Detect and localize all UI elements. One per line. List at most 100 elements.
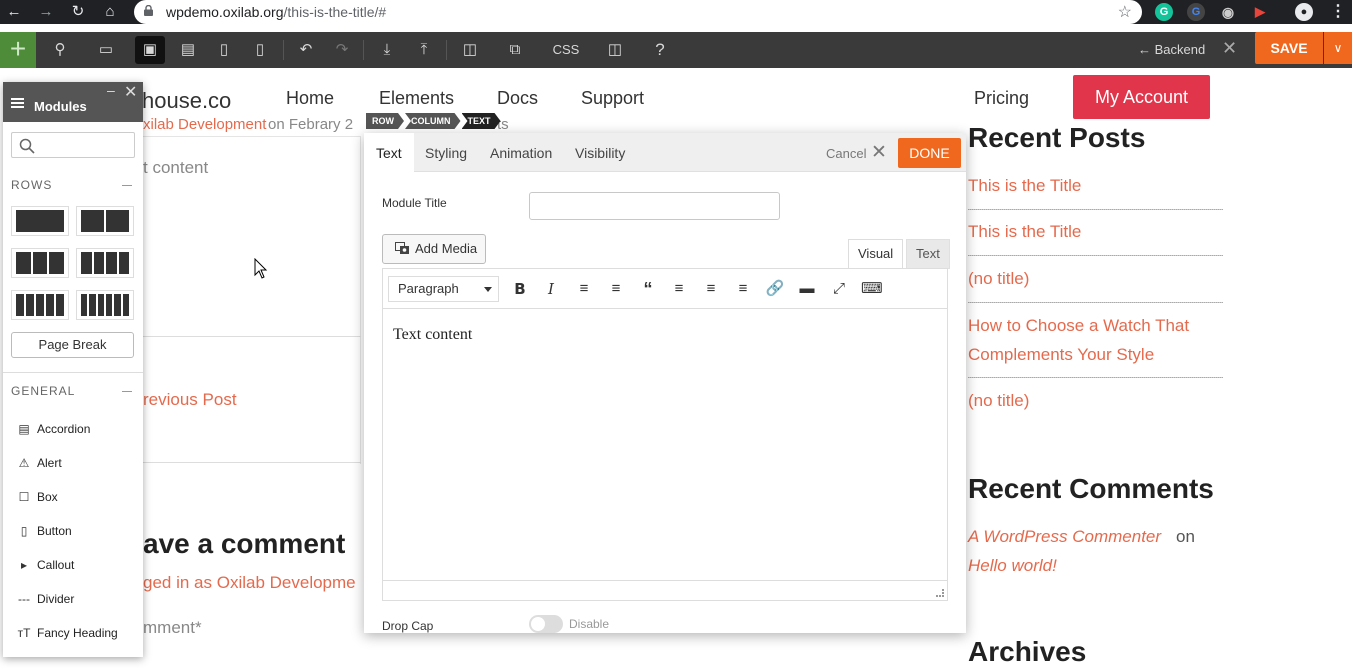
module-callout[interactable]: ▸ Callout [17, 558, 74, 572]
save-options-chevron-icon[interactable]: ∨ [1324, 32, 1352, 64]
close-builder-icon[interactable]: ✕ [1222, 38, 1237, 59]
backend-link[interactable]: ← Backend [1138, 42, 1205, 57]
module-divider[interactable]: --- Divider [17, 592, 74, 606]
logged-in-text[interactable]: ged in as Oxilab Developme [143, 573, 356, 593]
module-accordion[interactable]: ▤ Accordion [17, 422, 90, 436]
row-layout-4col[interactable] [76, 248, 134, 278]
format-select[interactable]: Paragraph [388, 276, 499, 302]
desktop-preview-icon[interactable]: ▣ [135, 36, 165, 64]
tab-visibility[interactable]: Visibility [575, 145, 625, 161]
align-left-icon[interactable]: ≡ [669, 279, 689, 299]
bullet-list-icon[interactable]: ≡ [574, 279, 594, 299]
drop-cap-toggle[interactable] [529, 615, 563, 633]
module-box[interactable]: ☐ Box [17, 490, 58, 504]
nav-pricing[interactable]: Pricing [974, 88, 1029, 109]
text-tab[interactable]: Text [906, 239, 950, 269]
bookmark-star-icon[interactable]: ☆ [1118, 2, 1132, 22]
mobile-view-icon[interactable]: ▯ [248, 38, 272, 62]
breadcrumb-column[interactable]: COLUMN [405, 113, 461, 129]
tab-text[interactable]: Text [364, 133, 414, 172]
bold-icon[interactable]: B [510, 279, 530, 299]
align-right-icon[interactable]: ≡ [733, 279, 753, 299]
module-title-input[interactable] [529, 192, 780, 220]
recent-post-link[interactable]: How to Choose a Watch That Complements Y… [968, 311, 1228, 369]
site-logo[interactable]: house.co [142, 88, 231, 114]
align-center-icon[interactable]: ≡ [701, 279, 721, 299]
rows-collapse-icon[interactable] [122, 185, 132, 186]
desktop-view-icon[interactable]: ▭ [94, 38, 118, 62]
help-icon[interactable]: ? [648, 38, 672, 62]
camera-extension-icon[interactable]: ◉ [1219, 3, 1237, 21]
cancel-button[interactable]: Cancel [826, 146, 866, 161]
toolbar-toggle-icon[interactable]: ⌨ [861, 279, 883, 299]
blockquote-icon[interactable]: “ [638, 279, 658, 299]
recent-post-link[interactable]: (no title) [968, 386, 1029, 415]
nav-elements[interactable]: Elements [379, 88, 454, 109]
visual-tab[interactable]: Visual [848, 239, 904, 270]
browser-menu-icon[interactable]: ⋮ [1329, 3, 1347, 21]
export-icon[interactable]: ⤒ [412, 38, 436, 62]
nav-docs[interactable]: Docs [497, 88, 538, 109]
done-button[interactable]: DONE [898, 138, 961, 168]
undo-icon[interactable]: ↶ [294, 38, 318, 62]
minimize-icon[interactable]: – [107, 82, 115, 98]
import-icon[interactable]: ⤓ [375, 38, 399, 62]
address-bar[interactable]: wpdemo.oxilab.org/this-is-the-title/# ☆ [134, 0, 1142, 24]
numbered-list-icon[interactable]: ≡ [606, 279, 626, 299]
row-layout-5col[interactable] [11, 290, 69, 320]
extension-g-off-icon[interactable]: G [1187, 3, 1205, 21]
recent-post-link[interactable]: (no title) [968, 264, 1029, 293]
settings-sliders-icon[interactable]: ◫ [603, 38, 627, 62]
save-button[interactable]: SAVE [1255, 32, 1323, 64]
resize-handle-icon[interactable] [936, 589, 944, 597]
row-layout-6col[interactable] [76, 290, 134, 320]
css-button[interactable]: CSS [550, 38, 582, 62]
general-collapse-icon[interactable] [122, 391, 132, 392]
editor-content[interactable]: Text content [393, 326, 472, 344]
back-icon[interactable]: ← [4, 2, 24, 22]
nav-support[interactable]: Support [581, 88, 644, 109]
layouts-icon[interactable]: ◫ [458, 38, 482, 62]
add-module-button[interactable]: + [0, 32, 36, 68]
grammarly-extension-icon[interactable]: G [1155, 3, 1173, 21]
page-break-button[interactable]: Page Break [11, 332, 134, 358]
tab-animation[interactable]: Animation [490, 145, 552, 161]
home-icon[interactable]: ⌂ [100, 2, 120, 22]
comment-post-link[interactable]: Hello world! [968, 551, 1057, 580]
record-extension-icon[interactable]: ▶ [1251, 3, 1269, 21]
my-account-button[interactable]: My Account [1073, 75, 1210, 119]
italic-icon[interactable]: I [541, 279, 561, 299]
tab-styling[interactable]: Styling [425, 145, 467, 161]
close-icon[interactable]: ✕ [124, 82, 137, 102]
breadcrumb-row[interactable]: ROW [366, 113, 404, 129]
previous-post-link[interactable]: revious Post [143, 390, 237, 410]
commenter-link[interactable]: A WordPress Commenter [968, 522, 1161, 551]
zoom-icon[interactable]: ⚲ [48, 38, 72, 62]
recent-post-link[interactable]: This is the Title [968, 217, 1081, 246]
post-author[interactable]: xilab Development [143, 116, 266, 133]
modules-panel-header[interactable]: Modules – ✕ [3, 82, 143, 122]
tablet-portrait-icon[interactable]: ▯ [212, 38, 236, 62]
breadcrumb-text[interactable]: TEXT [462, 113, 501, 129]
forward-icon[interactable]: → [36, 2, 56, 22]
nav-home[interactable]: Home [286, 88, 334, 109]
module-button[interactable]: ▯ Button [17, 524, 72, 538]
link-icon[interactable]: 🔗 [765, 279, 785, 299]
read-more-icon[interactable]: ▬ [797, 279, 817, 299]
recent-post-link[interactable]: This is the Title [968, 171, 1081, 200]
hamburger-icon[interactable] [11, 98, 24, 108]
module-search-input[interactable] [11, 132, 135, 158]
row-layout-2col[interactable] [76, 206, 134, 236]
fullscreen-icon[interactable]: ⤢ [829, 279, 849, 299]
redo-icon[interactable]: ↷ [330, 38, 354, 62]
module-alert[interactable]: ⚠ Alert [17, 456, 62, 470]
module-fancy-heading[interactable]: тT Fancy Heading [17, 626, 118, 640]
profile-avatar-icon[interactable]: ● [1295, 3, 1313, 21]
row-layout-3col[interactable] [11, 248, 69, 278]
tablet-landscape-icon[interactable]: ▤ [176, 38, 200, 62]
duplicate-icon[interactable]: ⧉ [503, 38, 527, 62]
reload-icon[interactable]: ↻ [68, 2, 88, 22]
row-layout-1col[interactable] [11, 206, 69, 236]
close-icon[interactable]: ✕ [871, 141, 887, 164]
add-media-button[interactable]: Add Media [382, 234, 486, 264]
